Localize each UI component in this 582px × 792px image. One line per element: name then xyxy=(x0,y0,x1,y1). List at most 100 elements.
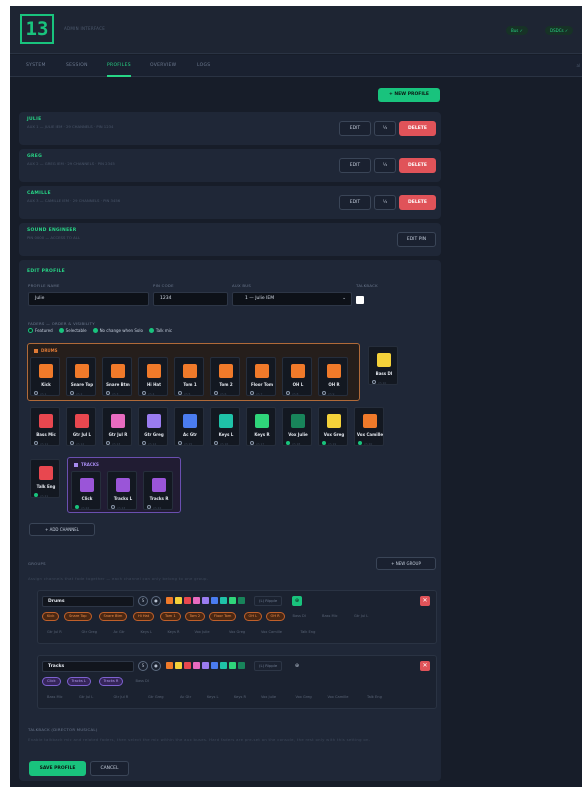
group-name-input[interactable]: Tracks xyxy=(42,661,134,672)
channel-mode-icon[interactable] xyxy=(286,391,290,395)
aux-bus-select[interactable]: 1 — Julie IEM ⌄ xyxy=(232,292,352,306)
color-swatch[interactable] xyxy=(193,597,200,604)
channel-mode-icon[interactable] xyxy=(178,441,182,445)
channel-tile[interactable]: Ac Gtr ch 15 xyxy=(174,407,204,446)
channel-chip[interactable]: Bass DI xyxy=(288,612,311,621)
tab-logs[interactable]: LOGS xyxy=(197,55,210,77)
channel-tile[interactable]: Tom 2 ch 6 xyxy=(210,357,240,396)
new-group-button[interactable]: + NEW GROUP xyxy=(376,557,436,570)
channel-tile[interactable]: Gtr Jul R ch 13 xyxy=(102,407,132,446)
pin-code-input[interactable]: 1234 xyxy=(153,292,228,306)
channel-chip[interactable]: OH L xyxy=(243,612,263,621)
color-swatch[interactable] xyxy=(211,597,218,604)
color-swatch[interactable] xyxy=(175,597,182,604)
channel-chip[interactable]: Hi Hat xyxy=(133,612,155,621)
channel-mode-icon[interactable] xyxy=(214,441,218,445)
save-profile-button[interactable]: SAVE PROFILE xyxy=(29,761,86,776)
group-link-icon[interactable]: ⊕ xyxy=(292,596,302,606)
edit-button[interactable]: EDIT xyxy=(339,121,371,136)
group-solo-icon[interactable]: S xyxy=(138,661,148,671)
channel-mode-icon[interactable] xyxy=(147,505,151,509)
group-name-input[interactable]: Drums xyxy=(42,596,134,607)
channel-tile[interactable]: Vox Greg ch 19 xyxy=(318,407,348,446)
channel-chip[interactable]: Vox Greg xyxy=(291,693,317,702)
new-profile-button[interactable]: + NEW PROFILE xyxy=(378,88,440,102)
channel-mode-icon[interactable] xyxy=(75,505,79,509)
channel-chip[interactable]: Bass Mic xyxy=(42,693,68,702)
share-button[interactable]: ½ xyxy=(374,121,396,136)
channel-tile[interactable]: OH R ch 9 xyxy=(318,357,348,396)
color-swatch[interactable] xyxy=(238,597,245,604)
channel-mode-icon[interactable] xyxy=(322,391,326,395)
channel-mode-icon[interactable] xyxy=(250,391,254,395)
channel-tile[interactable]: Talk Eng ch 21 xyxy=(30,459,60,498)
color-swatch[interactable] xyxy=(202,662,209,669)
channel-chip[interactable]: Bass Mic xyxy=(317,612,343,621)
channel-tile[interactable]: Gtr Jul L ch 12 xyxy=(66,407,96,446)
channel-chip[interactable]: Tracks R xyxy=(98,677,124,686)
channel-chip[interactable]: Click xyxy=(42,677,61,686)
channel-chip[interactable]: Talk Eng xyxy=(362,693,387,702)
channel-chip[interactable]: Keys R xyxy=(229,693,251,702)
delete-button[interactable]: DELETE xyxy=(399,121,436,136)
channel-tile[interactable]: Keys L ch 16 xyxy=(210,407,240,446)
tab-overview[interactable]: OVERVIEW xyxy=(150,55,176,77)
channel-chip[interactable]: Gtr Jul R xyxy=(42,628,67,637)
color-swatch[interactable] xyxy=(220,662,227,669)
channel-chip[interactable]: Vox Greg xyxy=(224,628,250,637)
channel-mode-icon[interactable] xyxy=(214,391,218,395)
channel-chip[interactable]: Tom 1 xyxy=(160,612,181,621)
delete-group-icon[interactable]: ✕ xyxy=(420,596,430,606)
channel-chip[interactable]: Ac Gtr xyxy=(109,628,130,637)
tab-session[interactable]: SESSION xyxy=(66,55,88,77)
channel-tile[interactable]: Hi Hat ch 4 xyxy=(138,357,168,396)
delete-group-icon[interactable]: ✕ xyxy=(420,661,430,671)
channel-mode-icon[interactable] xyxy=(34,493,38,497)
channel-mode-icon[interactable] xyxy=(142,441,146,445)
group-mute-icon[interactable]: ● xyxy=(151,661,161,671)
delete-button[interactable]: DELETE xyxy=(399,195,436,210)
talkback-checkbox[interactable] xyxy=(356,296,364,304)
channel-tile[interactable]: OH L ch 8 xyxy=(282,357,312,396)
channel-mode-icon[interactable] xyxy=(142,391,146,395)
color-swatch[interactable] xyxy=(175,662,182,669)
delete-button[interactable]: DELETE xyxy=(399,158,436,173)
channel-chip[interactable]: Tracks L xyxy=(66,677,91,686)
channel-tile[interactable]: Snare Top ch 2 xyxy=(66,357,96,396)
channel-tile[interactable]: Vox Julie ch 18 xyxy=(282,407,312,446)
edit-pin-button[interactable]: EDIT PIN xyxy=(397,232,436,247)
color-swatch[interactable] xyxy=(166,662,173,669)
ripple-toggle[interactable]: (L) Ripple xyxy=(254,596,283,606)
channel-chip[interactable]: Bass DI xyxy=(131,677,154,686)
channel-chip[interactable]: Ac Gtr xyxy=(175,693,196,702)
channel-chip[interactable]: Keys R xyxy=(163,628,185,637)
channel-chip[interactable]: Vox Julie xyxy=(190,628,215,637)
channel-tile[interactable]: Bass Mic ch 11 xyxy=(30,407,60,446)
color-swatch[interactable] xyxy=(184,597,191,604)
channel-chip[interactable]: Vox Camille xyxy=(323,693,354,702)
channel-chip[interactable]: Gtr Greg xyxy=(143,693,169,702)
channel-chip[interactable]: OH R xyxy=(265,612,285,621)
add-channel-button[interactable]: + ADD CHANNEL xyxy=(29,523,95,536)
channel-chip[interactable]: Talk Eng xyxy=(296,628,321,637)
channel-mode-icon[interactable] xyxy=(250,441,254,445)
channel-chip[interactable]: Kick xyxy=(42,612,60,621)
channel-tile[interactable]: Gtr Greg ch 14 xyxy=(138,407,168,446)
channel-mode-icon[interactable] xyxy=(70,441,74,445)
channel-tile[interactable]: Vox Camille ch 20 xyxy=(354,407,384,446)
color-swatch[interactable] xyxy=(229,597,236,604)
edit-button[interactable]: EDIT xyxy=(339,158,371,173)
channel-chip[interactable]: Floor Tom xyxy=(209,612,237,621)
group-link-icon[interactable]: ⊕ xyxy=(292,661,302,671)
channel-tile[interactable]: Tracks R ch 24 xyxy=(143,471,173,510)
channel-chip[interactable]: Gtr Jul L xyxy=(74,693,98,702)
channel-chip[interactable]: Gtr Greg xyxy=(77,628,103,637)
channel-mode-icon[interactable] xyxy=(286,441,290,445)
group-mute-icon[interactable]: ● xyxy=(151,596,161,606)
color-swatch[interactable] xyxy=(202,597,209,604)
channel-tile[interactable]: Snare Btm ch 3 xyxy=(102,357,132,396)
channel-mode-icon[interactable] xyxy=(106,391,110,395)
channel-mode-icon[interactable] xyxy=(358,441,362,445)
channel-mode-icon[interactable] xyxy=(34,391,38,395)
color-swatch[interactable] xyxy=(184,662,191,669)
